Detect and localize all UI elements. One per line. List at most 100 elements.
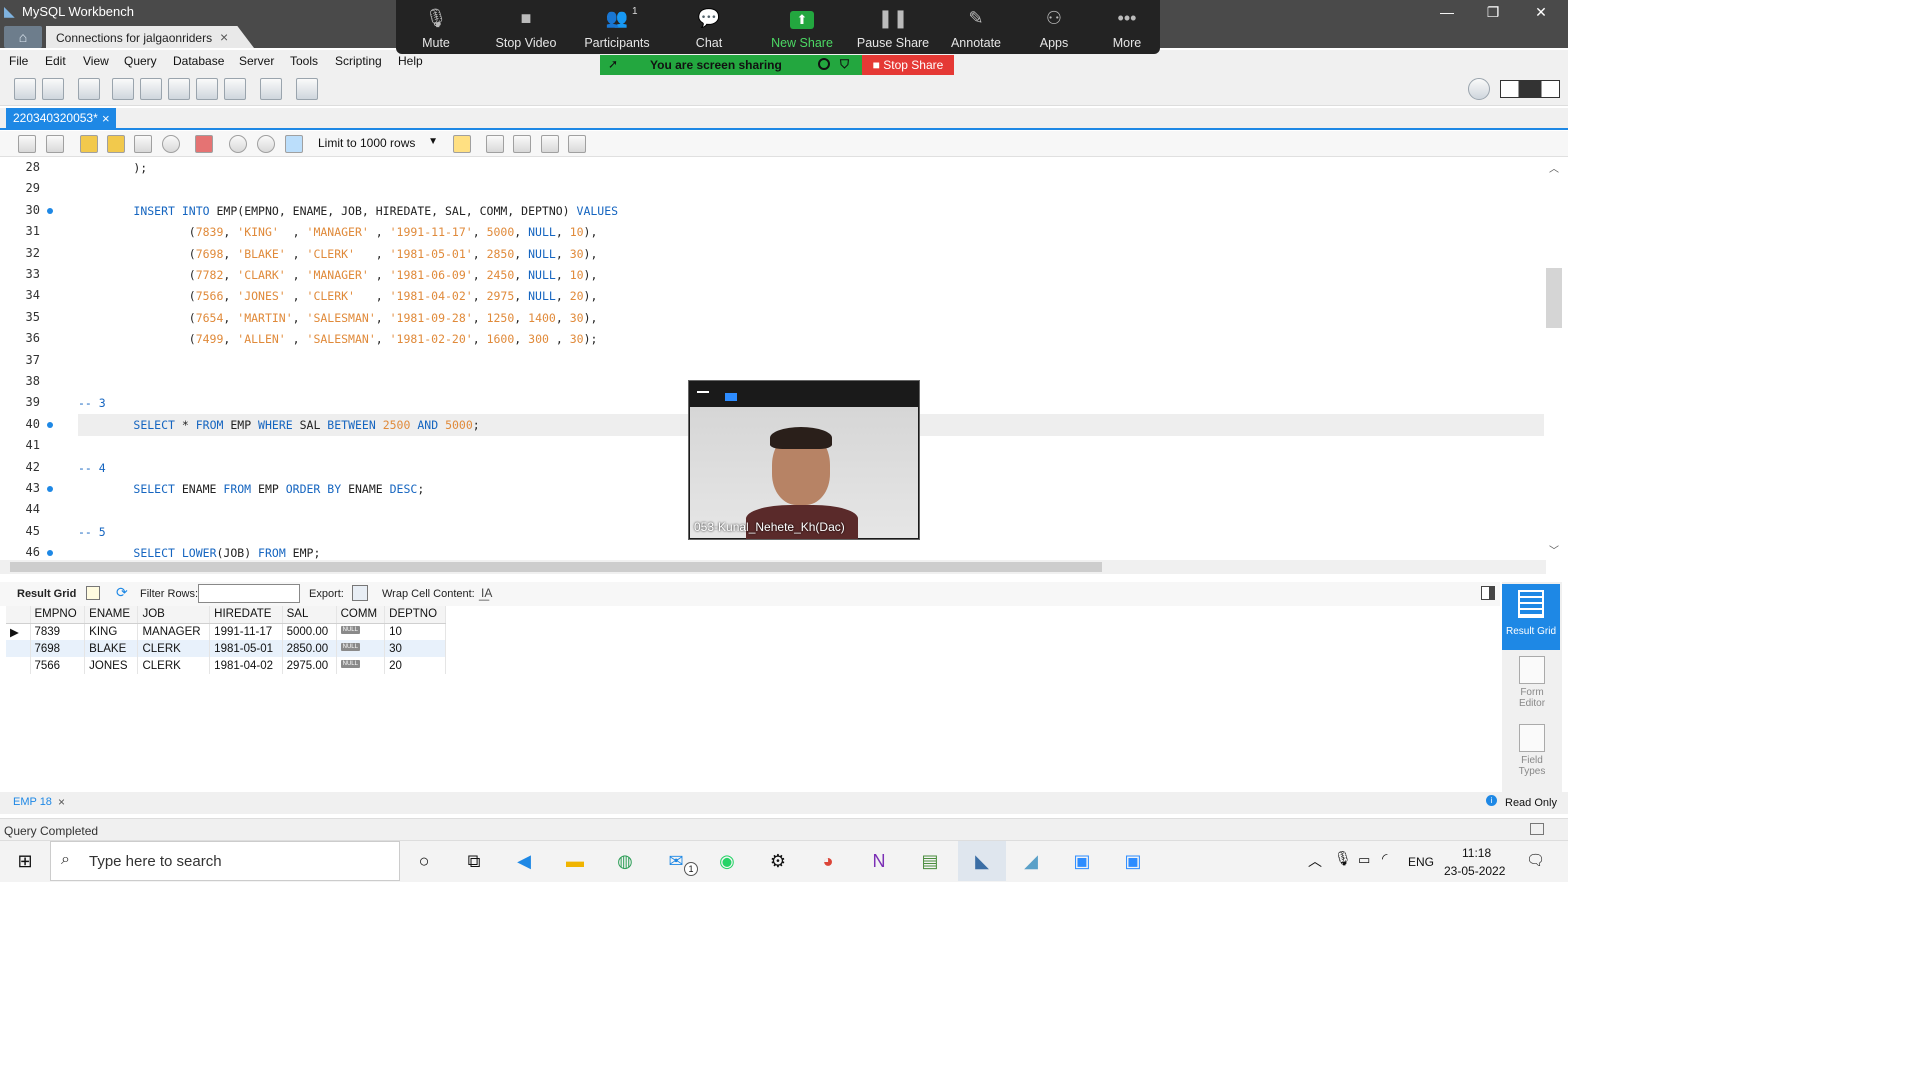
form-editor-button[interactable]: Form Editor: [1508, 656, 1556, 709]
close-result-tab-icon[interactable]: ×: [58, 795, 65, 809]
clock-time[interactable]: 11:18: [1462, 846, 1491, 860]
column-header[interactable]: COMM: [336, 606, 386, 624]
zoom-button-label[interactable]: Participants: [572, 36, 662, 50]
editor-vertical-scrollbar[interactable]: ︿ ﹀: [1546, 158, 1568, 561]
zoom-button-label[interactable]: Annotate: [931, 36, 1021, 50]
table-row[interactable]: 7566 JONES CLERK 1981-04-02 2975.00 NULL…: [6, 657, 446, 674]
explain-icon[interactable]: [134, 135, 152, 153]
table-cell[interactable]: NULL: [336, 623, 386, 640]
beautify-icon[interactable]: [486, 135, 504, 153]
table-cell[interactable]: CLERK: [137, 657, 211, 674]
windows-start-icon[interactable]: ⊞: [12, 848, 38, 874]
autocommit-icon[interactable]: [285, 135, 303, 153]
table-cell[interactable]: NULL: [336, 657, 386, 674]
execute-icon[interactable]: [80, 135, 98, 153]
task-view-icon[interactable]: ⧉: [461, 848, 487, 874]
close-button[interactable]: ✕: [1518, 0, 1564, 24]
table-cell[interactable]: NULL: [336, 640, 386, 657]
scroll-down-icon[interactable]: ﹀: [1549, 542, 1559, 557]
zoom-button-label[interactable]: Chat: [664, 36, 754, 50]
code-line[interactable]: -- 4: [78, 461, 106, 475]
chat-icon[interactable]: 💬: [664, 8, 754, 29]
whatsapp-icon[interactable]: ◉: [714, 848, 740, 874]
table-cell[interactable]: KING: [84, 623, 139, 640]
table-cell[interactable]: MANAGER: [137, 623, 211, 640]
create-table-icon[interactable]: [140, 78, 162, 100]
table-cell[interactable]: BLAKE: [84, 640, 139, 657]
home-tab-icon[interactable]: ⌂: [4, 26, 42, 48]
create-schema-icon[interactable]: [112, 78, 134, 100]
grid-view-icon[interactable]: [86, 586, 100, 600]
edge-icon[interactable]: ◍: [612, 848, 638, 874]
create-function-icon[interactable]: [224, 78, 246, 100]
new-sql-tab-icon[interactable]: [14, 78, 36, 100]
table-cell[interactable]: 10: [384, 623, 446, 640]
menu-query[interactable]: Query: [124, 54, 157, 68]
zoom-icon[interactable]: ▣: [1069, 848, 1095, 874]
column-header[interactable]: SAL: [282, 606, 337, 624]
code-line[interactable]: (7566, 'JONES' , 'CLERK' , '1981-04-02',…: [78, 289, 598, 303]
zoom-button-label[interactable]: New Share: [757, 36, 847, 50]
save-icon[interactable]: [46, 135, 64, 153]
zoom-meeting-icon[interactable]: ▣: [1120, 848, 1146, 874]
minimize-button[interactable]: —: [1424, 0, 1470, 24]
rollback-icon[interactable]: [257, 135, 275, 153]
table-cell[interactable]: 1981-04-02: [209, 657, 283, 674]
layout-toggle-icon[interactable]: [1500, 80, 1560, 98]
zoom-button-label[interactable]: More: [1082, 36, 1172, 50]
open-sql-script-icon[interactable]: [42, 78, 64, 100]
pause-icon[interactable]: ❚❚: [848, 8, 938, 29]
filter-rows-input[interactable]: [198, 584, 300, 603]
close-sql-tab-icon[interactable]: ×: [102, 111, 110, 126]
tray-chevron-up-icon[interactable]: ︿: [1308, 851, 1322, 871]
microphone-icon[interactable]: 🎙: [391, 8, 481, 29]
mysql-workbench-icon[interactable]: ◣: [969, 848, 995, 874]
table-cell[interactable]: 5000.00: [282, 623, 337, 640]
column-header[interactable]: ENAME: [84, 606, 139, 624]
invisible-chars-icon[interactable]: [541, 135, 559, 153]
code-line[interactable]: );: [78, 161, 147, 175]
restore-button[interactable]: ❐: [1470, 0, 1516, 24]
close-tab-icon[interactable]: ×: [220, 29, 228, 45]
preferences-icon[interactable]: [1468, 78, 1490, 100]
code-line[interactable]: (7839, 'KING' , 'MANAGER' , '1991-11-17'…: [78, 225, 598, 239]
create-view-icon[interactable]: [168, 78, 190, 100]
table-cell[interactable]: 7566: [30, 657, 86, 674]
table-cell[interactable]: 2975.00: [282, 657, 337, 674]
code-line[interactable]: SELECT * FROM EMP WHERE SAL BETWEEN 2500…: [78, 418, 479, 432]
refresh-icon[interactable]: ⟳: [116, 584, 128, 601]
menu-help[interactable]: Help: [398, 54, 423, 68]
column-header[interactable]: HIREDATE: [209, 606, 283, 624]
table-cell[interactable]: 1991-11-17: [209, 623, 283, 640]
zoom-button-label[interactable]: Pause Share: [848, 36, 938, 50]
taskbar-search[interactable]: ⌕ Type here to search: [50, 841, 400, 881]
notepad-icon[interactable]: ◢: [1018, 848, 1044, 874]
share-icon[interactable]: ⬆: [757, 8, 847, 29]
minimize-video-icon[interactable]: [697, 391, 709, 393]
wrap-lines-icon[interactable]: [568, 135, 586, 153]
code-line[interactable]: -- 5: [78, 525, 106, 539]
reconnect-icon[interactable]: [296, 78, 318, 100]
notifications-icon[interactable]: 🗨: [1526, 851, 1545, 869]
table-row[interactable]: 7698 BLAKE CLERK 1981-05-01 2850.00 NULL…: [6, 640, 446, 657]
table-cell[interactable]: 1981-05-01: [209, 640, 283, 657]
menu-edit[interactable]: Edit: [45, 54, 66, 68]
code-line[interactable]: -- 3: [78, 396, 106, 410]
onenote-icon[interactable]: N: [866, 848, 892, 874]
table-cell[interactable]: JONES: [84, 657, 139, 674]
zoom-button-label[interactable]: Mute: [391, 36, 481, 50]
field-types-button[interactable]: Field Types: [1508, 724, 1556, 777]
output-panel-icon[interactable]: [1530, 823, 1544, 835]
result-tab-emp[interactable]: EMP 18: [13, 796, 52, 808]
open-file-icon[interactable]: [18, 135, 36, 153]
table-cell[interactable]: 30: [384, 640, 446, 657]
code-line[interactable]: SELECT ENAME FROM EMP ORDER BY ENAME DES…: [78, 482, 424, 496]
menu-scripting[interactable]: Scripting: [335, 54, 382, 68]
cortana-icon[interactable]: ○: [411, 848, 437, 874]
menu-file[interactable]: File: [9, 54, 28, 68]
table-cell[interactable]: 20: [384, 657, 446, 674]
code-line[interactable]: SELECT LOWER(JOB) FROM EMP;: [78, 546, 320, 560]
toggle-continue-icon[interactable]: [195, 135, 213, 153]
pencil-icon[interactable]: ✎: [931, 8, 1021, 29]
execute-current-icon[interactable]: [107, 135, 125, 153]
